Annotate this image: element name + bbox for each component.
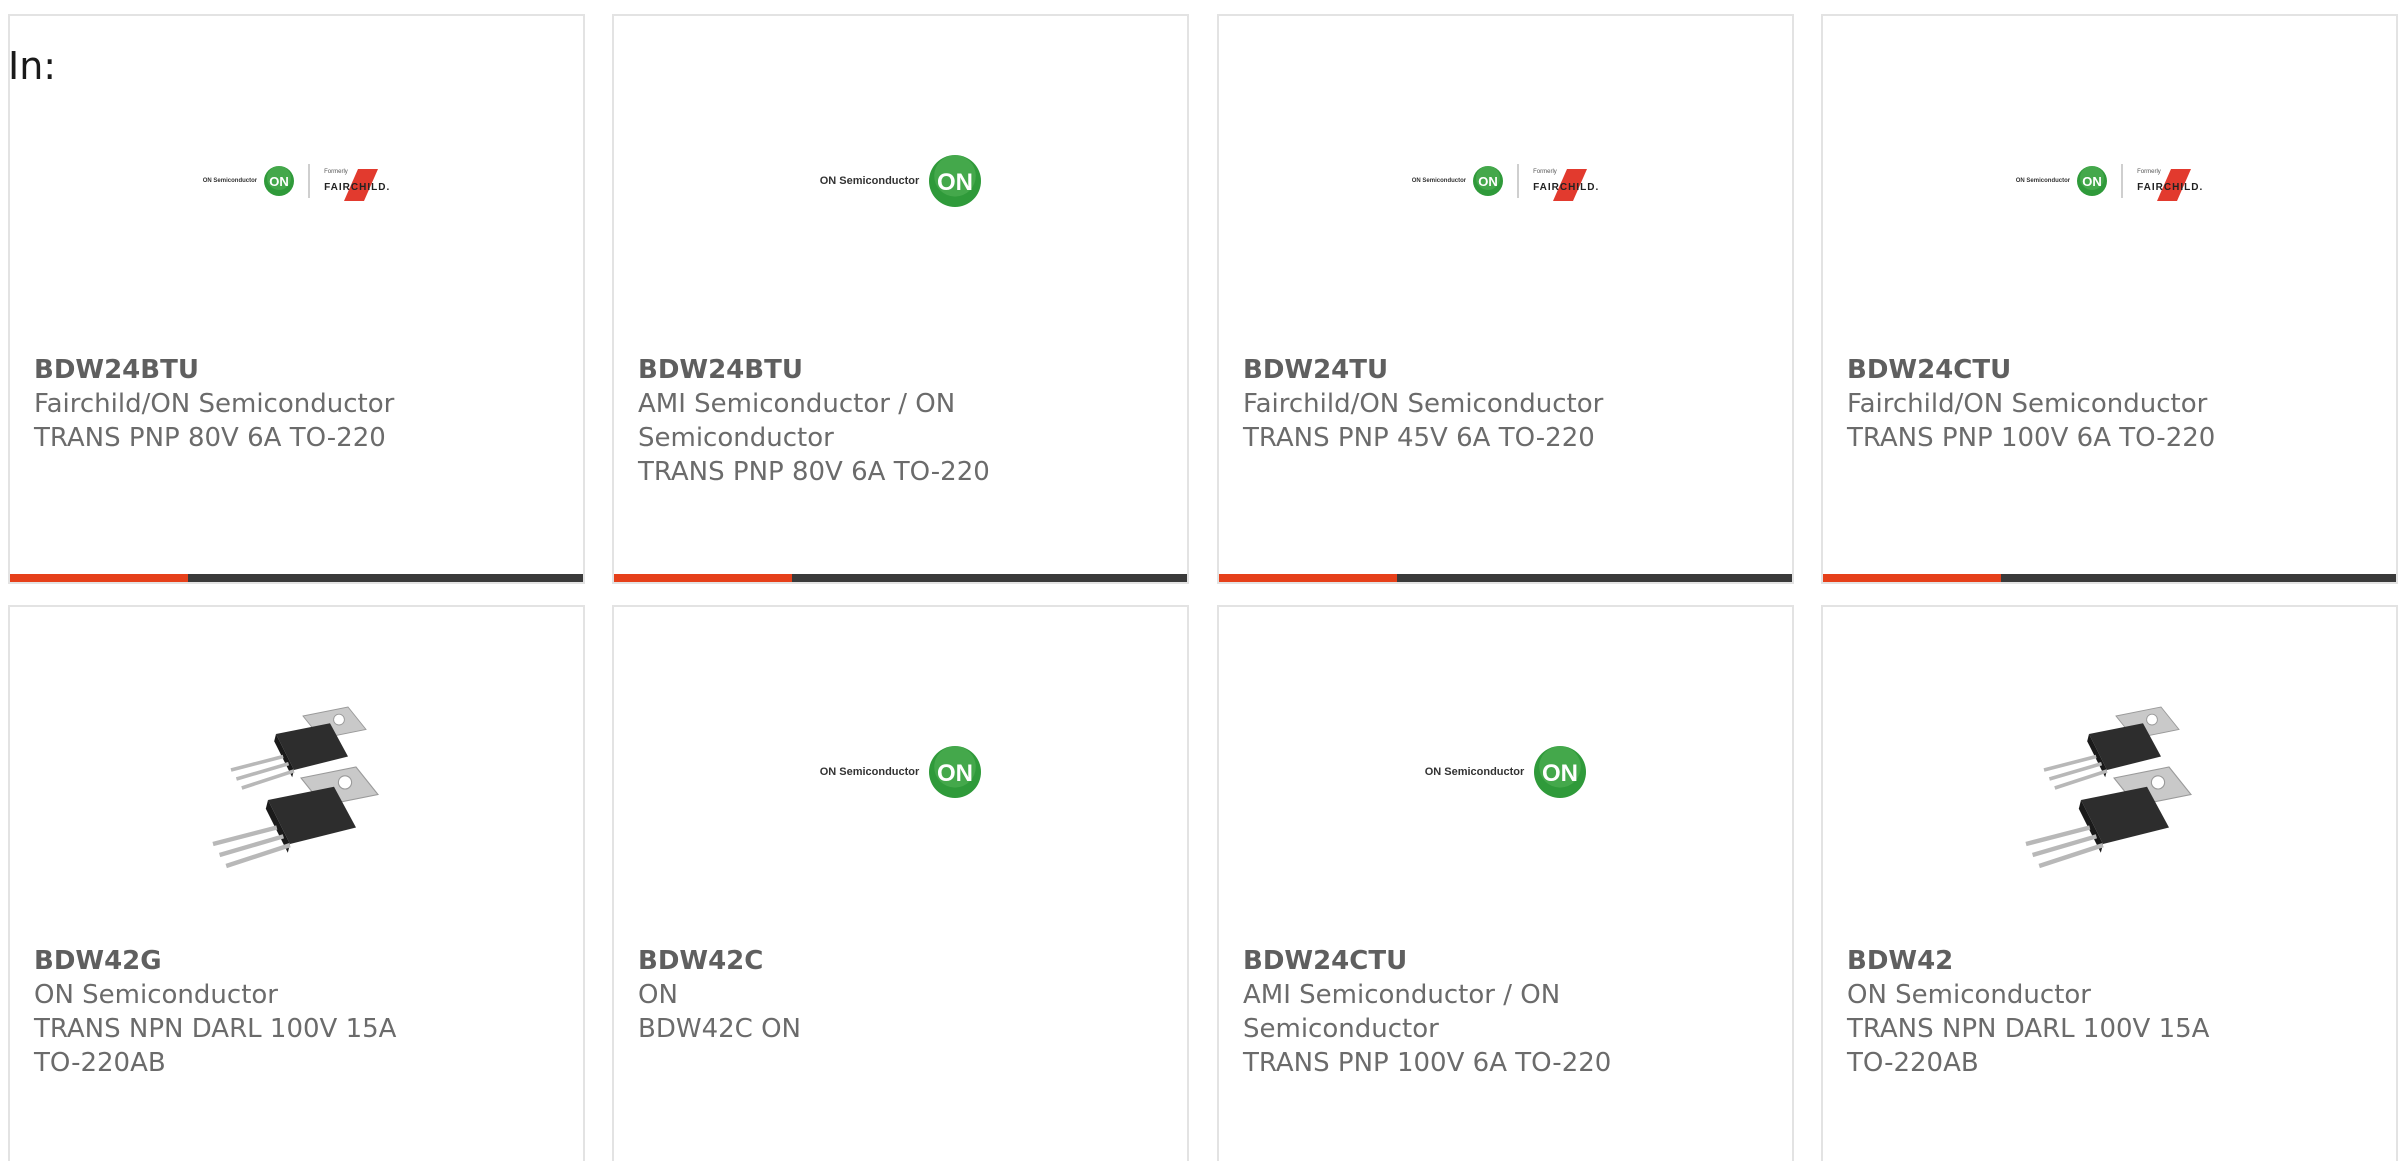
fairchild-logo: Formerly FAIRCHILD. (1533, 168, 1600, 201)
manufacturer: Fairchild/ON Semiconductor (1243, 389, 1604, 419)
part-number[interactable]: BDW24CTU (1847, 353, 2247, 387)
to220-transistor-photo (2009, 667, 2210, 877)
on-semiconductor-text: ON Semiconductor (819, 766, 920, 778)
part-number[interactable]: BDW24BTU (34, 353, 434, 387)
on-badge-label: ON (1542, 760, 1578, 787)
product-image[interactable] (1823, 647, 2396, 897)
product-image[interactable]: ON Semiconductor ON (614, 647, 1187, 897)
on-semiconductor-text: ON Semiconductor (1424, 766, 1525, 778)
card-progress-fill (614, 574, 792, 582)
on-semiconductor-text: ON Semiconductor (1411, 178, 1467, 184)
product-image[interactable]: ON Semiconductor ON Formerly FAIRCHILD. (1219, 56, 1792, 306)
card-progress-bar (1823, 574, 2396, 582)
description: BDW42C ON (638, 1014, 801, 1044)
product-info: BDW42G ON Semiconductor TRANS NPN DARL 1… (34, 944, 434, 1080)
on-badge-icon: ON (929, 746, 982, 798)
on-semiconductor-logo: ON Semiconductor ON (1425, 746, 1587, 798)
product-card[interactable]: ON Semiconductor ON BDW42C ON BDW42C ON (612, 605, 1189, 1161)
description: TRANS PNP 100V 6A TO-220 (1847, 423, 2216, 453)
product-card[interactable]: ON Semiconductor ON Formerly FAIRCHILD. (1217, 14, 1794, 584)
product-card[interactable]: BDW42 ON Semiconductor TRANS NPN DARL 10… (1821, 605, 2398, 1161)
product-image[interactable]: ON Semiconductor ON Formerly FAIRCHILD. (1823, 56, 2396, 306)
filter-in-label: In: (8, 44, 57, 88)
product-image[interactable] (10, 647, 583, 897)
product-card[interactable]: ON Semiconductor ON Formerly FAIRCHILD. (1821, 14, 2398, 584)
description: TRANS PNP 100V 6A TO-220 (1243, 1048, 1612, 1078)
manufacturer: AMI Semiconductor / ON Semiconductor (1243, 980, 1561, 1044)
product-card[interactable]: ON Semiconductor ON BDW24BTU AMI Semicon… (612, 14, 1189, 584)
on-semiconductor-logo: ON Semiconductor ON (820, 155, 982, 207)
card-progress-bar (1219, 574, 1792, 582)
logo-divider (308, 164, 311, 198)
product-grid-page: In: ON Semiconductor ON Formerly FAIRCHI… (0, 0, 2400, 1161)
on-badge-label: ON (937, 169, 973, 196)
on-semiconductor-text: ON Semiconductor (2015, 178, 2071, 184)
fairchild-text: FAIRCHILD. (2137, 181, 2204, 193)
fairchild-text: FAIRCHILD. (1533, 181, 1600, 193)
part-number[interactable]: BDW24TU (1243, 353, 1643, 387)
part-number[interactable]: BDW24BTU (638, 353, 1038, 387)
manufacturer: Fairchild/ON Semiconductor (1847, 389, 2208, 419)
manufacturer: ON Semiconductor (34, 980, 278, 1010)
card-progress-bar (614, 574, 1187, 582)
card-progress-bar (10, 574, 583, 582)
on-badge-icon: ON (2077, 166, 2108, 196)
fairchild-logo: Formerly FAIRCHILD. (324, 168, 391, 201)
card-progress-fill (10, 574, 188, 582)
to220-transistor-photo (196, 667, 397, 877)
description: TRANS PNP 80V 6A TO-220 (34, 423, 386, 453)
on-semiconductor-logo: ON Semiconductor ON (1411, 166, 1504, 196)
on-badge-label: ON (269, 174, 289, 189)
product-info: BDW42C ON BDW42C ON (638, 944, 1038, 1046)
product-image[interactable]: ON Semiconductor ON (614, 56, 1187, 306)
description: TRANS NPN DARL 100V 15A TO-220AB (34, 1014, 397, 1078)
card-progress-fill (1219, 574, 1397, 582)
on-semiconductor-logo: ON Semiconductor ON (202, 166, 295, 196)
on-badge-icon: ON (1473, 166, 1504, 196)
fairchild-text: FAIRCHILD. (324, 181, 391, 193)
on-semiconductor-text: ON Semiconductor (202, 178, 258, 184)
manufacturer: AMI Semiconductor / ON Semiconductor (638, 389, 956, 453)
on-badge-icon: ON (1534, 746, 1587, 798)
on-badge-icon: ON (264, 166, 295, 196)
product-card[interactable]: ON Semiconductor ON BDW24CTU AMI Semicon… (1217, 605, 1794, 1161)
product-info: BDW24BTU Fairchild/ON Semiconductor TRAN… (34, 353, 434, 455)
manufacturer: ON Semiconductor (1847, 980, 2091, 1010)
on-badge-label: ON (1478, 174, 1498, 189)
on-fairchild-logo: ON Semiconductor ON Formerly FAIRCHILD. (1411, 164, 1600, 201)
product-info: BDW24CTU Fairchild/ON Semiconductor TRAN… (1847, 353, 2247, 455)
product-info: BDW24CTU AMI Semiconductor / ON Semicond… (1243, 944, 1643, 1080)
product-card[interactable]: ON Semiconductor ON Formerly FAIRCHILD. (8, 14, 585, 584)
part-number[interactable]: BDW42C (638, 944, 1038, 978)
on-badge-icon: ON (929, 155, 982, 207)
description: TRANS NPN DARL 100V 15A TO-220AB (1847, 1014, 2210, 1078)
part-number[interactable]: BDW42 (1847, 944, 2247, 978)
on-semiconductor-text: ON Semiconductor (819, 175, 920, 187)
product-info: BDW24BTU AMI Semiconductor / ON Semicond… (638, 353, 1038, 489)
product-image[interactable]: ON Semiconductor ON (1219, 647, 1792, 897)
part-number[interactable]: BDW42G (34, 944, 434, 978)
description: TRANS PNP 80V 6A TO-220 (638, 457, 990, 487)
on-fairchild-logo: ON Semiconductor ON Formerly FAIRCHILD. (2015, 164, 2204, 201)
on-badge-label: ON (2082, 174, 2102, 189)
on-fairchild-logo: ON Semiconductor ON Formerly FAIRCHILD. (202, 164, 391, 201)
manufacturer: ON (638, 980, 678, 1010)
on-semiconductor-logo: ON Semiconductor ON (2015, 166, 2108, 196)
product-card[interactable]: BDW42G ON Semiconductor TRANS NPN DARL 1… (8, 605, 585, 1161)
product-info: BDW24TU Fairchild/ON Semiconductor TRANS… (1243, 353, 1643, 455)
on-badge-label: ON (937, 760, 973, 787)
description: TRANS PNP 45V 6A TO-220 (1243, 423, 1595, 453)
product-image[interactable]: ON Semiconductor ON Formerly FAIRCHILD. (10, 56, 583, 306)
on-semiconductor-logo: ON Semiconductor ON (820, 746, 982, 798)
logo-divider (2121, 164, 2124, 198)
card-progress-fill (1823, 574, 2001, 582)
part-number[interactable]: BDW24CTU (1243, 944, 1643, 978)
fairchild-logo: Formerly FAIRCHILD. (2137, 168, 2204, 201)
logo-divider (1517, 164, 1520, 198)
product-info: BDW42 ON Semiconductor TRANS NPN DARL 10… (1847, 944, 2247, 1080)
manufacturer: Fairchild/ON Semiconductor (34, 389, 395, 419)
